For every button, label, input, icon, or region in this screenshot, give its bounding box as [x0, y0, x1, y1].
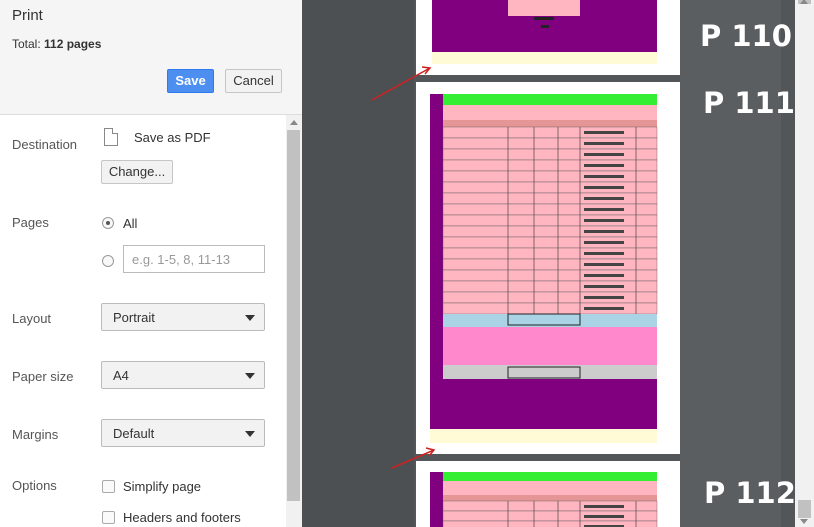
pages-all-radio[interactable] [102, 217, 114, 229]
print-preview[interactable]: P 110 P 111 P 112 [302, 0, 814, 527]
scroll-up-icon[interactable] [800, 0, 808, 4]
red-arrow-icon [391, 449, 435, 469]
scroll-up-icon[interactable] [290, 120, 298, 125]
cancel-button[interactable]: Cancel [225, 69, 282, 93]
page-111-content [430, 94, 658, 443]
pages-label: Pages [12, 215, 49, 230]
red-arrow-icon [371, 67, 431, 101]
print-settings-panel: Print Total: 112 pages Save Cancel Desti… [0, 0, 302, 527]
chevron-down-icon [245, 431, 255, 437]
preview-scroll-thumb[interactable] [798, 500, 811, 518]
page-label-110: P 110 [700, 19, 792, 53]
options-label: Options [12, 478, 57, 493]
settings-scroll-thumb[interactable] [287, 130, 300, 501]
destination-label: Destination [12, 137, 78, 152]
destination-value: Save as PDF [134, 130, 211, 145]
document-icon [104, 128, 118, 146]
preview-page-112 [416, 461, 680, 527]
preview-page-111 [416, 82, 680, 454]
preview-page-110 [416, 0, 680, 75]
save-button[interactable]: Save [167, 69, 214, 93]
scroll-down-icon[interactable] [800, 519, 808, 524]
settings-list: Destination Save as PDF Change... Pages … [0, 115, 286, 527]
margins-select[interactable]: Default [101, 419, 265, 447]
headers-footers-checkbox[interactable] [102, 511, 115, 524]
simplify-page-label: Simplify page [123, 479, 202, 494]
page-label-111: P 111 [703, 86, 795, 120]
margins-value: Default [113, 426, 155, 441]
paper-size-label: Paper size [12, 369, 74, 384]
layout-label: Layout [12, 311, 52, 326]
page-title: Print [12, 7, 43, 24]
paper-size-value: A4 [113, 368, 129, 383]
total-prefix: Total: [12, 37, 45, 51]
margins-label: Margins [12, 427, 59, 442]
total-value: 112 pages [44, 37, 102, 51]
page-112-content [430, 472, 658, 527]
layout-select[interactable]: Portrait [101, 303, 265, 331]
print-header: Print Total: 112 pages Save Cancel [0, 0, 302, 115]
annotation-arrows [371, 66, 436, 469]
total-pages: Total: 112 pages [12, 37, 101, 51]
layout-value: Portrait [113, 310, 155, 325]
settings-scrollbar[interactable] [286, 115, 302, 527]
page-label-112: P 112 [704, 476, 796, 510]
preview-label-band [680, 0, 781, 527]
simplify-page-checkbox[interactable] [102, 480, 115, 493]
paper-size-select[interactable]: A4 [101, 361, 265, 389]
page-110-content [432, 0, 657, 64]
headers-footers-label: Headers and footers [123, 510, 241, 525]
pages-range-radio[interactable] [102, 255, 114, 267]
pages-range-input[interactable] [123, 245, 265, 273]
pages-all-label: All [123, 216, 138, 231]
chevron-down-icon [245, 373, 255, 379]
preview-scrollbar[interactable] [795, 0, 814, 527]
change-destination-button[interactable]: Change... [101, 160, 173, 184]
chevron-down-icon [245, 315, 255, 321]
